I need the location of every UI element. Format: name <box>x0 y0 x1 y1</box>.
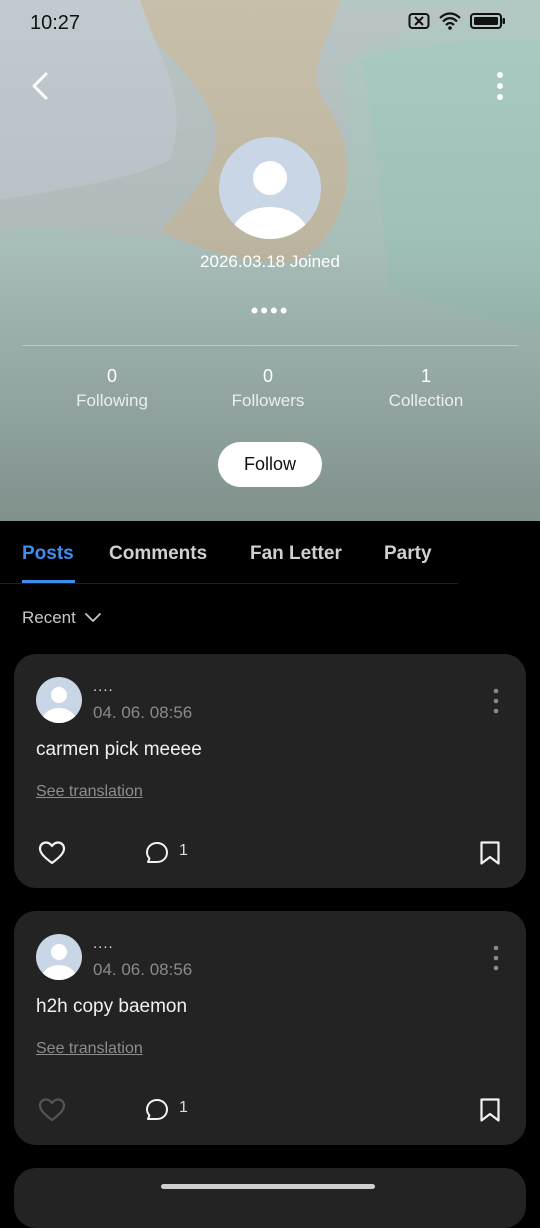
status-time: 10:27 <box>30 12 81 34</box>
post-author-name[interactable]: .... <box>93 935 114 952</box>
profile-name: •••• <box>250 298 290 323</box>
chevron-down-icon <box>84 613 101 622</box>
heart-icon[interactable] <box>38 840 66 866</box>
back-arrow-icon[interactable] <box>26 70 58 102</box>
post-card[interactable]: .... 04. 06. 08:56 carmen pick meeee See… <box>14 654 526 888</box>
bookmark-icon[interactable] <box>479 840 501 866</box>
wifi-icon <box>439 12 461 30</box>
default-avatar-icon <box>36 934 82 980</box>
default-avatar-icon <box>36 677 82 723</box>
followers-label: Followers <box>231 391 305 410</box>
comment-icon[interactable] <box>145 841 169 865</box>
post-date: 04. 06. 08:56 <box>93 703 193 722</box>
follow-button[interactable]: Follow <box>218 442 322 487</box>
sort-label: Recent <box>22 608 76 627</box>
post-text: carmen pick meeee <box>36 739 202 760</box>
tab-fan-letter[interactable]: Fan Letter <box>250 543 342 565</box>
battery-icon <box>470 13 505 29</box>
post-card[interactable] <box>14 1168 526 1228</box>
post-text: h2h copy baemon <box>36 996 188 1017</box>
tab-comments[interactable]: Comments <box>109 543 207 565</box>
collection-label: Collection <box>388 391 464 410</box>
profile-header: 10:27 2026.03.18 Joined •••• 0 Following… <box>0 0 540 521</box>
heart-icon[interactable] <box>38 1097 66 1123</box>
joined-date: 2026.03.18 Joined <box>200 252 340 271</box>
post-author-name[interactable]: .... <box>93 678 114 695</box>
post-author-avatar[interactable] <box>36 677 82 723</box>
bookmark-icon[interactable] <box>479 1097 501 1123</box>
post-author-avatar[interactable] <box>36 934 82 980</box>
status-bar: 10:27 <box>0 0 540 46</box>
tab-posts[interactable]: Posts <box>22 543 74 565</box>
post-date: 04. 06. 08:56 <box>93 960 193 979</box>
collection-count: 1 <box>420 366 431 386</box>
post-more-icon[interactable] <box>490 945 502 971</box>
following-label: Following <box>76 391 148 410</box>
profile-avatar <box>219 137 321 239</box>
see-translation-link[interactable]: See translation <box>36 1040 143 1058</box>
followers-count: 0 <box>262 366 273 386</box>
post-card[interactable]: .... 04. 06. 08:56 h2h copy baemon See t… <box>14 911 526 1145</box>
stats-divider <box>22 345 518 346</box>
collection-stat[interactable]: 1 Collection <box>346 366 506 411</box>
tab-bar: Posts Comments Fan Letter Party <box>0 521 540 584</box>
comment-count: 1 <box>179 842 188 859</box>
home-indicator[interactable] <box>161 1184 375 1189</box>
default-avatar-icon <box>219 137 321 239</box>
comment-icon[interactable] <box>145 1098 169 1122</box>
tab-divider <box>0 583 458 584</box>
post-more-icon[interactable] <box>490 688 502 714</box>
more-options-icon[interactable] <box>488 70 512 102</box>
followers-stat[interactable]: 0 Followers <box>188 366 348 411</box>
no-sim-icon <box>408 13 430 29</box>
comment-count: 1 <box>179 1099 188 1116</box>
following-stat[interactable]: 0 Following <box>32 366 192 411</box>
sort-dropdown[interactable]: Recent <box>22 608 102 628</box>
tab-party[interactable]: Party <box>384 543 432 565</box>
see-translation-link[interactable]: See translation <box>36 783 143 801</box>
following-count: 0 <box>106 366 117 386</box>
